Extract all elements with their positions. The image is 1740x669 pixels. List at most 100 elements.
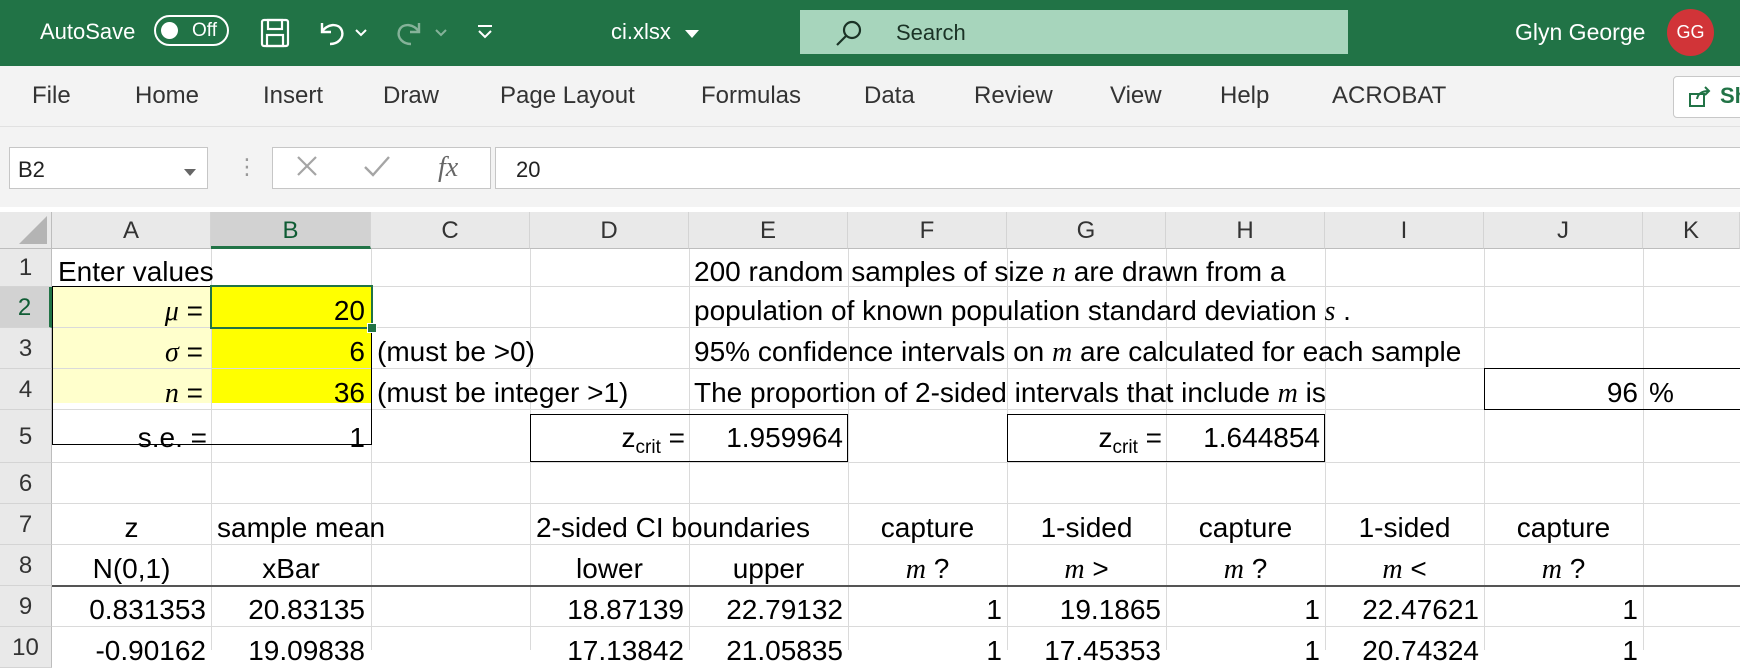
tab-page-layout[interactable]: Page Layout	[500, 82, 635, 110]
cell-f9[interactable]: 1	[848, 596, 1002, 624]
cell-b9[interactable]: 20.83135	[211, 596, 365, 624]
resize-handle-icon[interactable]: ⋮	[236, 154, 258, 180]
cell-e5[interactable]: 1.959964	[689, 424, 843, 452]
cell-g10[interactable]: 17.45353	[1007, 637, 1161, 665]
column-header-k[interactable]: K	[1643, 212, 1740, 249]
cell-j4[interactable]: 96	[1484, 379, 1638, 407]
user-name[interactable]: Glyn George	[1515, 19, 1645, 46]
cell-a3[interactable]: σ =	[53, 338, 203, 367]
cell-e9[interactable]: 22.79132	[689, 596, 843, 624]
redo-icon[interactable]	[390, 14, 428, 52]
cell-h8[interactable]: m ?	[1166, 555, 1325, 584]
cell-a1[interactable]: Enter values	[58, 258, 214, 286]
share-button[interactable]: Sh	[1673, 76, 1740, 118]
cell-h7[interactable]: capture	[1166, 514, 1325, 542]
select-all-button[interactable]	[0, 212, 52, 249]
column-header-f[interactable]: F	[848, 212, 1007, 249]
cell-d8[interactable]: lower	[530, 555, 689, 583]
row-header-1[interactable]: 1	[0, 249, 52, 287]
column-header-i[interactable]: I	[1325, 212, 1484, 249]
cell-a7[interactable]: z	[52, 514, 211, 542]
row-header-8[interactable]: 8	[0, 545, 52, 586]
cell-b8[interactable]: xBar	[211, 555, 371, 583]
column-header-h[interactable]: H	[1166, 212, 1325, 249]
tab-acrobat[interactable]: ACROBAT	[1332, 82, 1446, 110]
cell-h10[interactable]: 1	[1166, 637, 1320, 665]
fill-handle[interactable]	[367, 323, 377, 333]
cell-h9[interactable]: 1	[1166, 596, 1320, 624]
column-header-c[interactable]: C	[371, 212, 530, 249]
column-header-a[interactable]: A	[52, 212, 211, 249]
cell-d7[interactable]: 2-sided CI boundaries	[536, 514, 810, 542]
cell-f10[interactable]: 1	[848, 637, 1002, 665]
column-header-g[interactable]: G	[1007, 212, 1166, 249]
chevron-down-icon[interactable]	[183, 164, 197, 182]
cell-a9[interactable]: 0.831353	[52, 596, 206, 624]
name-box[interactable]: B2	[9, 147, 208, 189]
cell-f7[interactable]: capture	[848, 514, 1007, 542]
column-header-d[interactable]: D	[530, 212, 689, 249]
tab-help[interactable]: Help	[1220, 82, 1269, 110]
file-name-dropdown-icon[interactable]	[684, 26, 700, 44]
cell-d9[interactable]: 18.87139	[530, 596, 684, 624]
cell-i9[interactable]: 22.47621	[1325, 596, 1479, 624]
cell-a5[interactable]: s.e. =	[53, 424, 207, 452]
cell-c4[interactable]: (must be integer >1)	[377, 379, 628, 407]
row-header-5[interactable]: 5	[0, 410, 52, 463]
file-name[interactable]: ci.xlsx	[611, 19, 671, 45]
row-header-9[interactable]: 9	[0, 586, 52, 627]
cell-i7[interactable]: 1-sided	[1325, 514, 1484, 542]
cell-j9[interactable]: 1	[1484, 596, 1638, 624]
cell-j8[interactable]: m ?	[1484, 555, 1643, 584]
cell-d5[interactable]: zcrit =	[530, 424, 685, 458]
cell-c3[interactable]: (must be >0)	[377, 338, 535, 366]
cell-d10[interactable]: 17.13842	[530, 637, 684, 665]
cell-e8[interactable]: upper	[689, 555, 848, 583]
redo-dropdown-icon[interactable]	[434, 25, 448, 43]
row-header-6[interactable]: 6	[0, 463, 52, 504]
tab-home[interactable]: Home	[135, 82, 199, 110]
cell-j7[interactable]: capture	[1484, 514, 1643, 542]
cell-e2[interactable]: population of known population standard …	[694, 297, 1351, 326]
undo-icon[interactable]	[313, 14, 351, 52]
tab-draw[interactable]: Draw	[383, 82, 439, 110]
cell-j10[interactable]: 1	[1484, 637, 1638, 665]
cell-g9[interactable]: 19.1865	[1007, 596, 1161, 624]
cell-a2[interactable]: μ =	[53, 297, 203, 326]
avatar[interactable]: GG	[1667, 9, 1714, 56]
cell-e10[interactable]: 21.05835	[689, 637, 843, 665]
row-header-3[interactable]: 3	[0, 328, 52, 369]
tab-data[interactable]: Data	[864, 82, 915, 110]
cell-a8[interactable]: N(0,1)	[52, 555, 211, 583]
tab-file[interactable]: File	[32, 82, 71, 110]
cell-k4[interactable]: %	[1649, 379, 1674, 407]
row-header-7[interactable]: 7	[0, 504, 52, 545]
tab-formulas[interactable]: Formulas	[701, 82, 801, 110]
cell-a10[interactable]: -0.90162	[52, 637, 206, 665]
search-input[interactable]: Search	[800, 10, 1348, 54]
autosave-toggle[interactable]: Off	[154, 15, 229, 46]
row-header-4[interactable]: 4	[0, 369, 52, 410]
tab-review[interactable]: Review	[974, 82, 1053, 110]
formula-input[interactable]: 20	[495, 147, 1740, 189]
tab-insert[interactable]: Insert	[263, 82, 323, 110]
tab-view[interactable]: View	[1110, 82, 1162, 110]
cell-i10[interactable]: 20.74324	[1325, 637, 1479, 665]
cell-b5[interactable]: 1	[211, 424, 365, 452]
cell-g8[interactable]: m >	[1007, 555, 1166, 584]
column-header-b[interactable]: B	[211, 212, 371, 249]
cancel-icon[interactable]	[295, 154, 319, 185]
cell-b7[interactable]: sample mean	[217, 514, 385, 542]
insert-function-icon[interactable]: fx	[438, 152, 458, 184]
cell-e1[interactable]: 200 random samples of size n are drawn f…	[694, 258, 1285, 287]
cell-e3[interactable]: 95% confidence intervals on m are calcul…	[694, 338, 1461, 367]
column-header-e[interactable]: E	[689, 212, 848, 249]
cell-b10[interactable]: 19.09838	[211, 637, 365, 665]
cell-g7[interactable]: 1-sided	[1007, 514, 1166, 542]
row-header-2[interactable]: 2	[0, 287, 52, 328]
cell-e4[interactable]: The proportion of 2-sided intervals that…	[694, 379, 1326, 408]
row-header-10[interactable]: 10	[0, 627, 52, 668]
active-cell-selection[interactable]	[210, 285, 373, 329]
enter-icon[interactable]	[363, 154, 391, 185]
cell-b3[interactable]: 6	[211, 338, 365, 366]
